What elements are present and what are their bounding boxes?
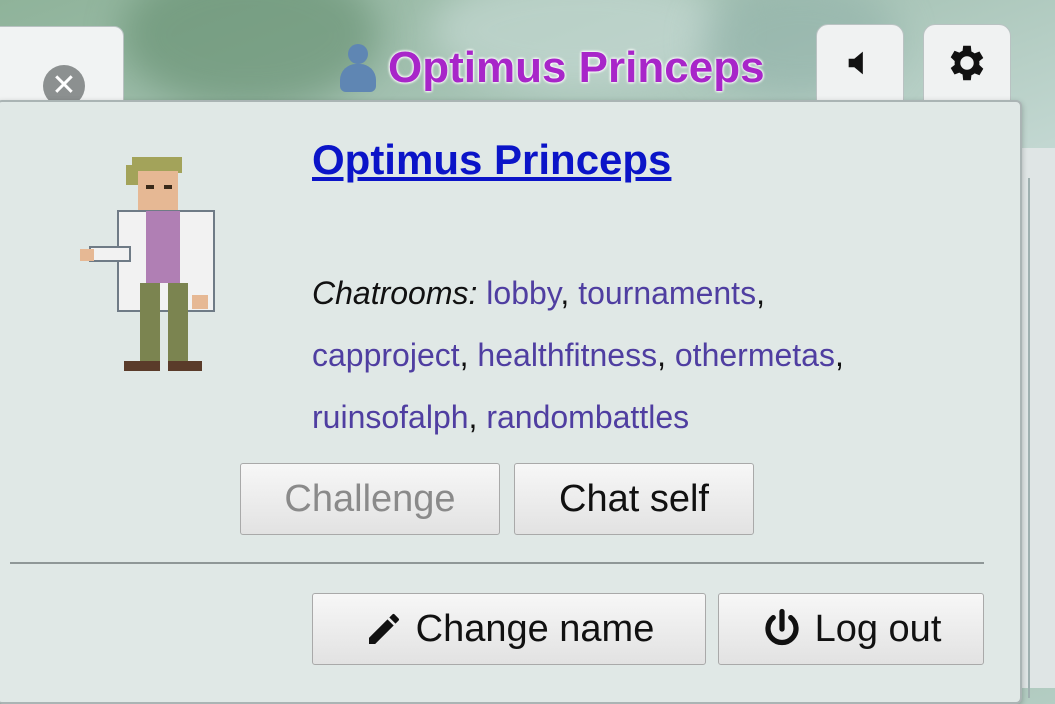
- change-name-label: Change name: [415, 607, 655, 650]
- log-out-label: Log out: [814, 607, 942, 650]
- user-icon: [338, 44, 378, 92]
- gear-icon: [950, 45, 984, 81]
- log-out-button[interactable]: Log out: [718, 593, 984, 665]
- room-link-capproject[interactable]: capproject: [312, 337, 460, 373]
- side-panel: [1018, 148, 1055, 698]
- header-username: Optimus Princeps: [388, 43, 765, 92]
- challenge-button[interactable]: Challenge: [240, 463, 500, 535]
- chat-self-button[interactable]: Chat self: [514, 463, 754, 535]
- options-button[interactable]: [923, 24, 1011, 102]
- profile-name-link[interactable]: Optimus Princeps: [312, 136, 671, 184]
- speaker-icon: [848, 51, 863, 75]
- room-link-othermetas[interactable]: othermetas: [675, 337, 835, 373]
- room-link-randombattles[interactable]: randombattles: [486, 399, 689, 435]
- pencil-icon: [368, 614, 399, 644]
- room-tab[interactable]: ◦ ✕: [0, 26, 124, 107]
- change-name-button[interactable]: Change name: [312, 593, 706, 665]
- header-user-button[interactable]: Optimus Princeps: [338, 38, 765, 98]
- room-link-ruinsofalph[interactable]: ruinsofalph: [312, 399, 469, 435]
- chatrooms-list: Chatrooms: lobby, tournaments, capprojec…: [312, 275, 844, 435]
- room-link-lobby[interactable]: lobby: [486, 275, 560, 311]
- sound-button[interactable]: [816, 24, 904, 102]
- power-icon: [764, 608, 799, 646]
- room-link-healthfitness[interactable]: healthfitness: [477, 337, 657, 373]
- chatrooms-label: Chatrooms:: [312, 275, 478, 311]
- divider: [10, 562, 984, 564]
- room-link-tournaments[interactable]: tournaments: [578, 275, 756, 311]
- trainer-avatar: [80, 157, 215, 371]
